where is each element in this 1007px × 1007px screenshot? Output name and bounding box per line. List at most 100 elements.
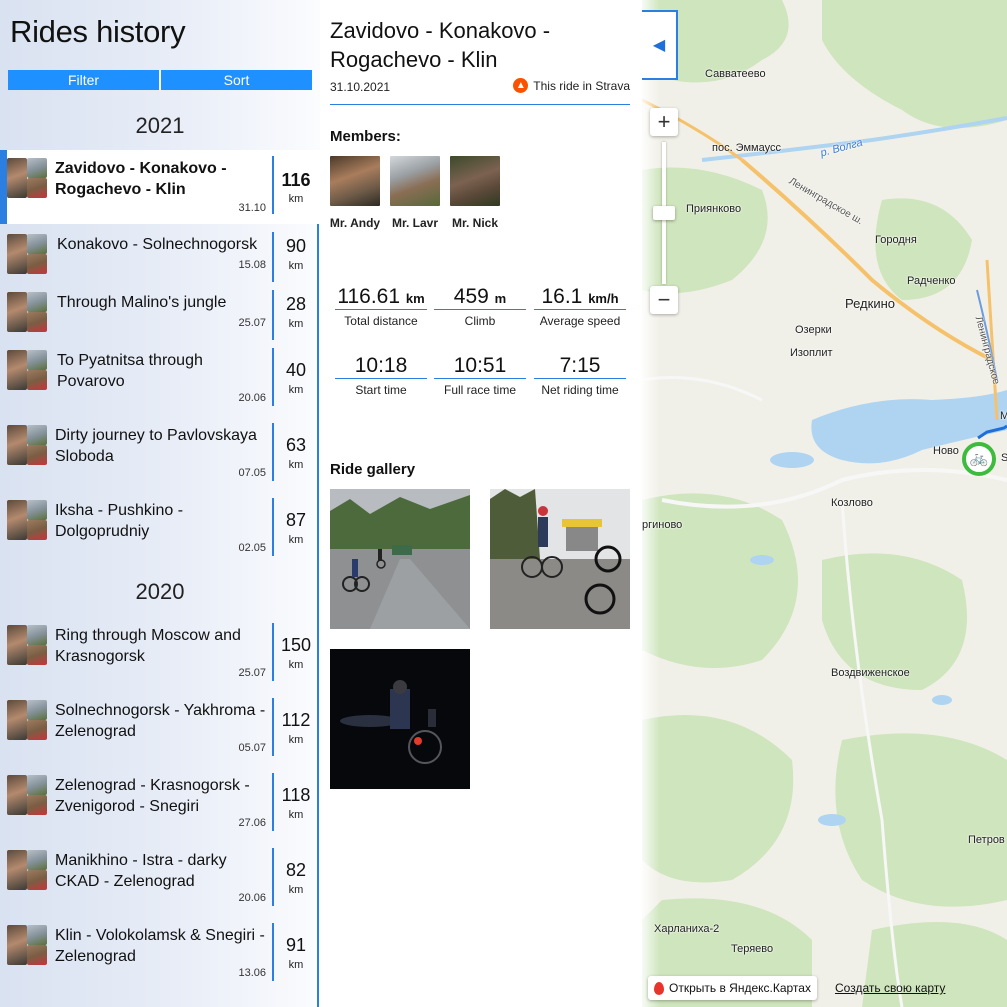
ride-name: Manikhino - Istra - darky CKAD - Zelenog… [55, 852, 227, 890]
zoom-out-button[interactable]: − [650, 286, 678, 314]
member-photo [450, 156, 500, 206]
strava-link[interactable]: ▲ This ride in Strava [513, 78, 630, 93]
ride-item-active[interactable]: Zavidovo - Konakovo - Rogachevo - Klin 3… [0, 150, 320, 224]
collapse-panel-button[interactable]: ◀ [642, 10, 678, 80]
zoom-control: + − [650, 108, 678, 314]
bicycle-icon: 🚲 [969, 450, 989, 467]
ride-title: Zavidovo - Konakovo - Rogachevo - Klin [330, 18, 551, 72]
ride-date: 25.07 [238, 667, 266, 679]
map-label: Радченко [907, 275, 956, 287]
ride-avatars [7, 234, 47, 274]
ride-detail-pane: Zavidovo - Konakovo - Rogachevo - Klin 3… [320, 0, 642, 1007]
ride-distance-unit: km [288, 384, 304, 396]
create-map-link[interactable]: Создать свою карту [835, 981, 945, 995]
ride-item[interactable]: Dirty journey to Pavlovskaya Sloboda 07.… [0, 417, 320, 491]
member-photo [390, 156, 440, 206]
stat-unit: km [405, 291, 425, 306]
ride-distance-unit: km [288, 459, 304, 471]
route-map[interactable]: ◀ + − Савватеево пос. Эммаусс р. Волга Л… [642, 0, 1007, 1007]
member-lavr[interactable]: Mr. Lavr [385, 156, 445, 230]
ride-name: Zavidovo - Konakovo - Rogachevo - Klin [55, 160, 227, 198]
ride-avatars [7, 350, 47, 390]
map-label: Харланиха-2 [654, 923, 720, 935]
ride-distance: 90 [285, 236, 307, 256]
strava-link-label: This ride in Strava [533, 78, 630, 93]
ride-separator [272, 623, 274, 681]
filter-tab[interactable]: Filter [8, 70, 159, 90]
ride-item[interactable]: Through Malino's jungle 25.07 28 km [0, 284, 320, 342]
ride-distance: 91 [285, 935, 307, 955]
stat-value: 459 m [434, 284, 526, 310]
gallery-heading: Ride gallery [330, 461, 416, 478]
ride-name: Konakovo - Solnechnogorsk [57, 236, 258, 253]
ride-date: 20.06 [238, 392, 266, 404]
ride-item[interactable]: Konakovo - Solnechnogorsk 15.08 90 km [0, 226, 320, 284]
map-label: Городня [875, 234, 917, 246]
ride-item[interactable]: Ring through Moscow and Krasnogorsk 25.0… [0, 617, 320, 691]
stat-label: Net riding time [541, 383, 619, 397]
stat-value: 10:51 [434, 353, 526, 379]
map-label: Козлово [831, 497, 873, 509]
gallery-photo[interactable] [490, 489, 630, 629]
stat-number: 16.1 [541, 285, 583, 308]
ride-date: 05.07 [238, 742, 266, 754]
ride-distance: 87 [285, 510, 307, 530]
ride-distance: 112 [281, 710, 311, 730]
ride-avatars [7, 700, 47, 740]
map-label: М [1000, 410, 1007, 422]
year-heading-2021: 2021 [135, 113, 185, 138]
ride-distance: 28 [285, 294, 307, 314]
member-andy[interactable]: Mr. Andy [325, 156, 385, 230]
stat-average-speed: 16.1 km/h Average speed [534, 284, 626, 328]
ride-name: Solnechnogorsk - Yakhroma - Zelenograd [55, 702, 266, 740]
ride-item[interactable]: To Pyatnitsa through Povarovo 20.06 40 k… [0, 342, 320, 416]
stat-label: Average speed [539, 314, 621, 328]
ride-distance-unit: km [288, 659, 304, 671]
sort-tab[interactable]: Sort [159, 70, 312, 90]
ride-distance-unit: km [288, 959, 304, 971]
ride-distance-unit: km [288, 318, 304, 330]
ride-separator [272, 773, 274, 831]
members-heading: Members: [330, 128, 401, 145]
ride-item[interactable]: Manikhino - Istra - darky CKAD - Zelenog… [0, 842, 320, 916]
stat-unit: m [494, 291, 507, 306]
ride-date: 25.07 [238, 317, 266, 329]
map-label: Изоплит [790, 347, 833, 359]
member-photo [330, 156, 380, 206]
stat-value: 16.1 km/h [534, 284, 626, 310]
gallery-photo[interactable] [330, 489, 470, 629]
open-in-yandex-maps-label: Открыть в Яндекс.Картах [669, 981, 811, 995]
ride-date: 13.06 [238, 967, 266, 979]
map-label: Редкино [845, 296, 895, 311]
open-in-yandex-maps-button[interactable]: Открыть в Яндекс.Картах [648, 976, 817, 1000]
gallery-photo[interactable] [330, 649, 470, 789]
zoom-in-button[interactable]: + [650, 108, 678, 136]
ride-name: To Pyatnitsa through Povarovo [57, 352, 203, 390]
zoom-slider-handle[interactable] [653, 206, 675, 220]
stat-value: 10:18 [335, 353, 427, 379]
member-name: Mr. Lavr [391, 216, 439, 230]
stat-value: 7:15 [534, 353, 626, 379]
bike-start-marker[interactable]: 🚲 [962, 442, 996, 476]
ride-name: Ring through Moscow and Krasnogorsk [55, 627, 241, 665]
map-label: ргиново [642, 519, 683, 531]
member-nick[interactable]: Mr. Nick [445, 156, 505, 230]
ride-separator [272, 698, 274, 756]
stat-start-time: 10:18 Start time [335, 353, 427, 397]
rides-sidebar: Rides history Filter Sort 2021 2020 Zavi… [0, 0, 320, 1007]
ride-item[interactable]: Zelenograd - Krasnogorsk - Zvenigorod - … [0, 767, 320, 841]
ride-item[interactable]: Klin - Volokolamsk & Snegiri - Zelenogra… [0, 917, 320, 991]
ride-date: 20.06 [238, 892, 266, 904]
stat-value: 116.61 km [335, 284, 427, 310]
ride-distance-unit: km [288, 260, 304, 272]
ride-distance-unit: km [288, 809, 304, 821]
ride-full-date: 31.10.2021 [330, 80, 391, 94]
ride-item[interactable]: Solnechnogorsk - Yakhroma - Zelenograd 0… [0, 692, 320, 766]
ride-item[interactable]: Iksha - Pushkino - Dolgoprudniy 02.05 87… [0, 492, 320, 566]
ride-name: Through Malino's jungle [57, 294, 227, 311]
map-label: пос. Эммаусс [712, 142, 781, 154]
stat-number: 116.61 [337, 285, 401, 308]
stat-label: Start time [355, 383, 407, 397]
stat-number: 7:15 [559, 354, 601, 377]
ride-distance: 150 [280, 635, 312, 655]
